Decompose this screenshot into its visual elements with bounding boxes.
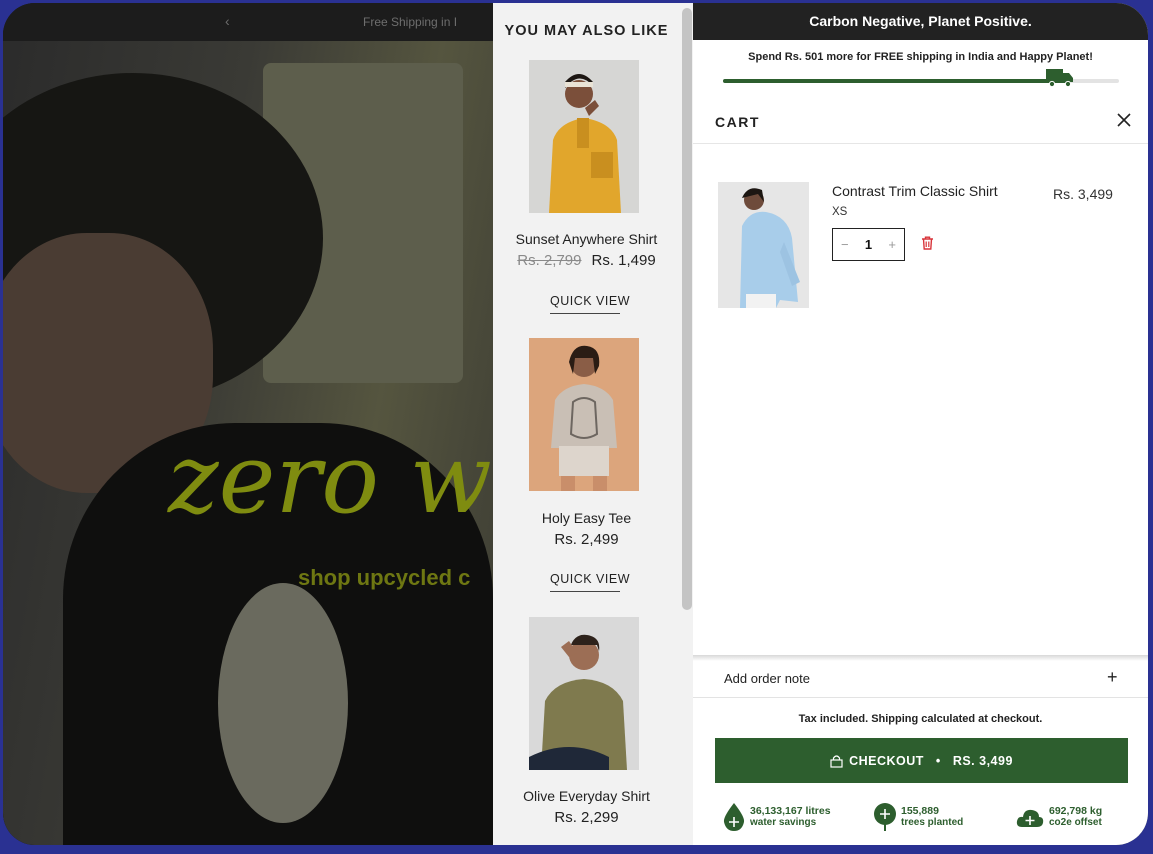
impact-trees-value: 155,889 (901, 805, 939, 817)
trash-icon[interactable] (921, 236, 934, 250)
cart-drawer: Carbon Negative, Planet Positive. Spend … (693, 3, 1148, 845)
hero-leaf-shape (218, 583, 348, 823)
impact-co2: 692,798 kg co2e offset (1016, 803, 1102, 831)
cart-item-price: Rs. 3,499 (1053, 186, 1113, 202)
hero-tagline: shop upcycled c (298, 565, 471, 590)
product-image[interactable] (529, 60, 639, 213)
checkout-total: RS. 3,499 (952, 753, 1013, 768)
rec-item-name: Olive Everyday Shirt (523, 788, 650, 804)
checkout-button[interactable]: CHECKOUT • RS. 3,499 (715, 738, 1128, 783)
cart-item-name[interactable]: Contrast Trim Classic Shirt (832, 183, 998, 199)
hero-headline: zero w (168, 423, 492, 535)
increase-quantity-button[interactable]: + (888, 237, 896, 252)
recommendations-scrollbar[interactable] (682, 8, 692, 610)
close-icon[interactable] (1113, 109, 1135, 131)
order-note-label: Add order note (724, 671, 811, 686)
rec-item-old-price: Rs. 2,799 (517, 252, 582, 269)
announcement-bar: Carbon Negative, Planet Positive. (693, 3, 1148, 40)
tree-icon (874, 803, 896, 831)
rec-item-name: Holy Easy Tee (541, 510, 632, 526)
hero-shipping-text: Free Shipping in I (363, 15, 458, 29)
cart-item-variant: XS (832, 206, 848, 218)
quick-view-button[interactable]: QUICK VIEW (550, 294, 630, 314)
recommendations-title: YOU MAY ALSO LIKE (504, 23, 669, 39)
product-image[interactable] (529, 617, 639, 770)
rec-item-price: Rs. 2,299 (554, 809, 619, 826)
rec-item-name: Sunset Anywhere Shirt (515, 231, 658, 247)
impact-trees: 155,889 trees planted (874, 803, 963, 831)
checkout-separator: • (935, 753, 941, 768)
quantity-stepper: − 1 + (832, 228, 905, 261)
water-drop-icon (723, 803, 745, 831)
rec-item-price: Rs. 1,499 (591, 252, 656, 269)
quick-view-button[interactable]: QUICK VIEW (550, 572, 630, 592)
cloud-icon (1016, 809, 1044, 827)
rec-item-price: Rs. 2,499 (554, 531, 619, 548)
product-image[interactable] (529, 338, 639, 491)
order-note-row[interactable]: Add order note + (693, 658, 1148, 698)
cart-line-item: Contrast Trim Classic Shirt XS Rs. 3,499… (718, 182, 1128, 308)
tax-note: Tax included. Shipping calculated at che… (798, 713, 1043, 725)
recommendations-panel: YOU MAY ALSO LIKE Sunset Anywhere Shirt (493, 3, 693, 845)
cart-item-image[interactable] (718, 182, 809, 308)
shipping-progress-fill (723, 79, 1072, 83)
checkout-label: CHECKOUT (849, 753, 924, 768)
impact-co2-value: 692,798 kg (1049, 805, 1103, 817)
impact-trees-label: trees planted (901, 817, 964, 828)
quantity-value[interactable]: 1 (865, 237, 872, 252)
hero-topbar: ‹ Free Shipping in I (3, 3, 493, 41)
free-shipping-message: Spend Rs. 501 more for FREE shipping in … (748, 51, 1093, 63)
rec-item-prices: Rs. 2,799 Rs. 1,499 (493, 252, 680, 269)
impact-water: 36,133,167 litres water savings (723, 803, 831, 831)
chevron-left-icon[interactable]: ‹ (225, 13, 230, 29)
rec-item-prices: Rs. 2,299 (493, 809, 680, 826)
impact-water-value: 36,133,167 litres (750, 805, 831, 817)
hero-banner[interactable]: ‹ Free Shipping in I zero w shop upcycle… (3, 3, 493, 845)
impact-water-label: water savings (750, 817, 817, 828)
cart-header-divider (693, 143, 1148, 144)
decrease-quantity-button[interactable]: − (841, 237, 849, 252)
truck-icon (1046, 69, 1073, 87)
cart-title: CART (715, 114, 760, 130)
plus-icon[interactable]: + (1107, 667, 1118, 688)
impact-co2-label: co2e offset (1049, 817, 1102, 828)
rec-item-prices: Rs. 2,499 (493, 531, 680, 548)
app-frame: ‹ Free Shipping in I zero w shop upcycle… (3, 3, 1148, 845)
lock-icon (830, 754, 843, 768)
